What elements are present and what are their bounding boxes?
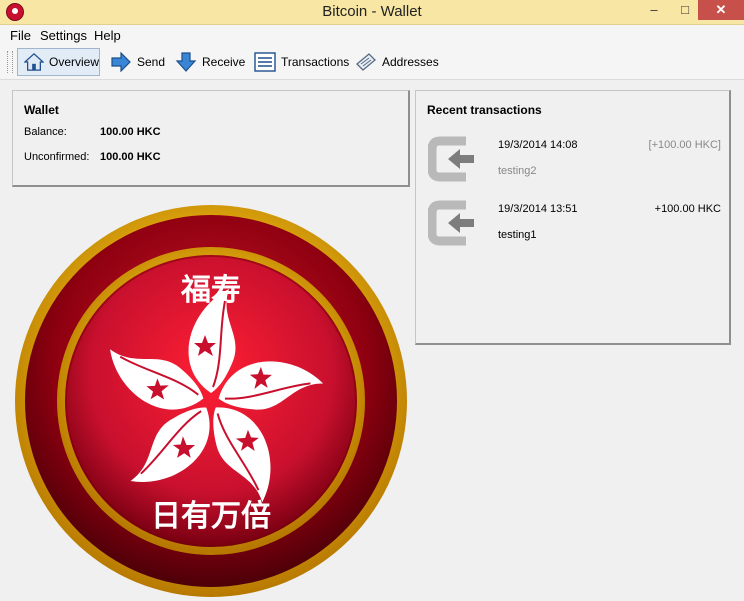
window-title: Bitcoin - Wallet (322, 3, 422, 20)
tab-overview-label: Overview (48, 55, 99, 69)
incoming-transaction-icon (428, 136, 474, 182)
unconfirmed-value: 100.00 HKC (100, 151, 161, 163)
list-icon (254, 52, 276, 72)
tab-receive-label: Receive (202, 55, 246, 69)
tab-send[interactable]: Send (110, 48, 165, 76)
toolbar-grip[interactable] (7, 51, 13, 73)
coin-bottom-text: 日有万倍 (151, 499, 271, 534)
wallet-title: Wallet (24, 103, 59, 117)
menu-help[interactable]: Help (94, 28, 121, 43)
menu-settings[interactable]: Settings (40, 28, 87, 43)
coin-top-text: 福寿 (180, 273, 241, 308)
balance-label: Balance: (24, 126, 67, 138)
tab-receive[interactable]: Receive (175, 48, 245, 76)
recent-transactions-title: Recent transactions (427, 103, 542, 117)
transaction-label: testing2 (498, 165, 537, 177)
tab-addresses[interactable]: Addresses (355, 48, 439, 76)
close-button[interactable]: ✕ (698, 0, 744, 20)
send-arrow-icon (111, 52, 131, 72)
tab-send-label: Send (137, 55, 166, 69)
transaction-amount: [+100.00 HKC] (648, 139, 721, 151)
home-icon (24, 52, 44, 71)
minimize-button[interactable]: – (636, 0, 672, 20)
transaction-amount: +100.00 HKC (654, 203, 721, 215)
tab-overview[interactable]: Overview (17, 48, 100, 76)
unconfirmed-label: Unconfirmed: (24, 151, 90, 163)
recent-transactions-panel: Recent transactions 19/3/2014 14:08 [+10… (415, 90, 731, 345)
hong-kong-coin-logo: 福寿 日有万倍 (15, 205, 407, 597)
menu-file[interactable]: File (10, 28, 31, 43)
title-bar: Bitcoin - Wallet – □ ✕ (0, 0, 744, 25)
incoming-transaction-icon (428, 200, 474, 246)
maximize-button[interactable]: □ (672, 0, 698, 20)
tab-transactions-label: Transactions (281, 55, 350, 69)
transaction-label: testing1 (498, 229, 537, 241)
address-book-icon (356, 53, 376, 71)
wallet-panel: Wallet Balance: 100.00 HKC Unconfirmed: … (12, 90, 410, 187)
receive-arrow-icon (175, 52, 197, 72)
tab-transactions[interactable]: Transactions (254, 48, 349, 76)
balance-value: 100.00 HKC (100, 126, 161, 138)
toolbar: Overview Send Receive Transactions Addre… (0, 45, 744, 80)
tab-addresses-label: Addresses (382, 55, 439, 69)
transaction-date: 19/3/2014 13:51 (498, 203, 578, 215)
menu-bar: File Settings Help (0, 25, 744, 45)
transaction-date: 19/3/2014 14:08 (498, 139, 578, 151)
